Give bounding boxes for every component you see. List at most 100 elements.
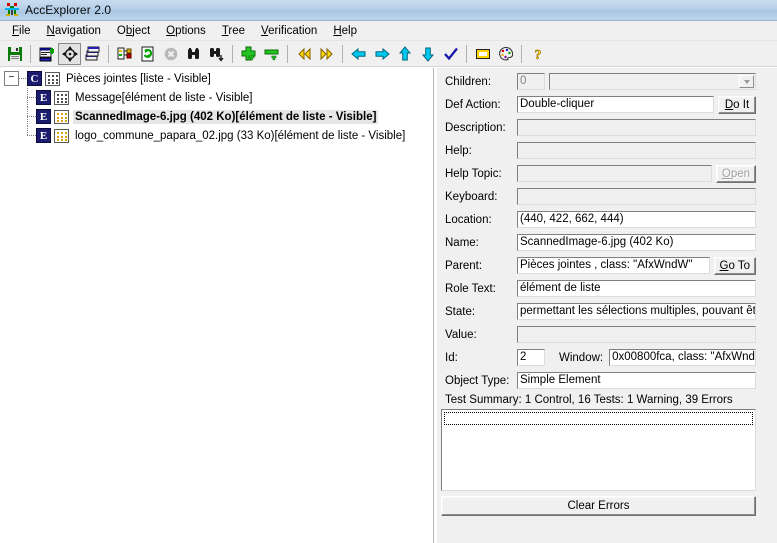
menu-object[interactable]: Object bbox=[109, 23, 158, 39]
tree-guide-line bbox=[18, 107, 36, 126]
window-label: Window: bbox=[559, 351, 604, 364]
def-action-row: Def Action: Double-cliquer Do It bbox=[441, 93, 756, 116]
save-icon[interactable] bbox=[3, 43, 26, 65]
role-text-field[interactable]: élément de liste bbox=[517, 280, 756, 297]
window-field[interactable]: 0x00800fca, class: "AfxWndW bbox=[609, 349, 756, 366]
location-label: Location: bbox=[445, 213, 492, 226]
chevron-down-icon[interactable] bbox=[739, 75, 754, 88]
toolbar-separator bbox=[30, 44, 31, 63]
tree-row[interactable]: − C Pièces jointes [liste - Visible] bbox=[0, 69, 433, 88]
tree-expander-toggle[interactable]: − bbox=[4, 71, 19, 86]
menu-help[interactable]: Help bbox=[325, 23, 365, 39]
help-question-icon[interactable]: ? bbox=[526, 43, 549, 65]
crosshair-target-icon[interactable] bbox=[58, 42, 81, 65]
location-field[interactable]: (440, 422, 662, 444) bbox=[517, 211, 756, 228]
object-type-label: Object Type: bbox=[445, 374, 510, 387]
location-row: Location: (440, 422, 662, 444) bbox=[441, 208, 756, 231]
tree-node-label: logo_commune_papara_02.jpg (33 Ko)[éléme… bbox=[75, 129, 406, 142]
properties-window-icon[interactable] bbox=[35, 43, 58, 65]
id-field[interactable]: 2 bbox=[517, 349, 545, 366]
tree-node-badge-element: E bbox=[36, 90, 51, 105]
object-type-row: Object Type: Simple Element bbox=[441, 369, 756, 392]
refresh-document-icon[interactable] bbox=[136, 43, 159, 65]
list-grid-icon bbox=[54, 109, 69, 124]
state-field[interactable]: permettant les sélections multiples, pou… bbox=[517, 303, 756, 320]
binoculars-find-icon[interactable] bbox=[182, 43, 205, 65]
description-label: Description: bbox=[445, 121, 506, 134]
arrow-left-icon[interactable] bbox=[347, 43, 370, 65]
main-area: − C Pièces jointes [liste - Visible] E M… bbox=[0, 68, 777, 543]
description-row: Description: bbox=[441, 116, 756, 139]
go-to-button[interactable]: Go To bbox=[713, 256, 756, 275]
parent-field[interactable]: Pièces jointes , class: "AfxWndW" bbox=[517, 257, 710, 274]
children-row: Children: 0 bbox=[441, 70, 756, 93]
menu-navigation[interactable]: Navigation bbox=[39, 23, 109, 39]
menu-tree[interactable]: Tree bbox=[214, 23, 253, 39]
cancel-icon bbox=[159, 43, 182, 65]
tree-node-badge-element: E bbox=[36, 128, 51, 143]
toolbar-separator bbox=[108, 44, 109, 63]
role-text-label: Role Text: bbox=[445, 282, 496, 295]
tree-guide-line bbox=[18, 88, 36, 107]
test-summary-text: Test Summary: 1 Control, 16 Tests: 1 War… bbox=[445, 394, 733, 406]
children-count-field[interactable]: 0 bbox=[517, 73, 545, 90]
errors-listbox-focus-row[interactable] bbox=[444, 412, 753, 425]
children-combo[interactable] bbox=[549, 73, 756, 90]
open-button: Open bbox=[715, 164, 756, 183]
parent-label: Parent: bbox=[445, 259, 483, 272]
id-row: Id: 2 Window: 0x00800fca, class: "AfxWnd… bbox=[441, 346, 756, 369]
children-label: Children: bbox=[445, 75, 492, 88]
stack-windows-icon[interactable] bbox=[81, 43, 104, 65]
tree-row-selected[interactable]: E ScannedImage-6.jpg (402 Ko)[élément de… bbox=[0, 107, 433, 126]
def-action-label: Def Action: bbox=[445, 98, 501, 111]
binoculars-find-next-icon[interactable] bbox=[205, 43, 228, 65]
rectangle-highlight-icon[interactable] bbox=[471, 43, 494, 65]
minus-remove-icon[interactable] bbox=[260, 43, 283, 65]
help-field[interactable] bbox=[517, 142, 756, 159]
menu-verification[interactable]: Verification bbox=[253, 23, 325, 39]
keyboard-label: Keyboard: bbox=[445, 190, 498, 203]
plus-add-icon[interactable] bbox=[237, 43, 260, 65]
value-row: Value: bbox=[441, 323, 756, 346]
clear-errors-button[interactable]: Clear Errors bbox=[441, 496, 756, 516]
toolbar: ? bbox=[0, 41, 777, 67]
arrow-down-icon[interactable] bbox=[416, 43, 439, 65]
arrow-right-icon[interactable] bbox=[370, 43, 393, 65]
tree-nodes-icon[interactable] bbox=[113, 43, 136, 65]
parent-row: Parent: Pièces jointes , class: "AfxWndW… bbox=[441, 254, 756, 277]
list-grid-icon bbox=[54, 90, 69, 105]
window-titlebar: AccExplorer 2.0 bbox=[0, 0, 777, 21]
description-field[interactable] bbox=[517, 119, 756, 136]
help-topic-field[interactable] bbox=[517, 165, 712, 182]
object-type-field[interactable]: Simple Element bbox=[517, 372, 756, 389]
tree-row[interactable]: E logo_commune_papara_02.jpg (33 Ko)[élé… bbox=[0, 126, 433, 145]
tree-row[interactable]: E Message[élément de liste - Visible] bbox=[0, 88, 433, 107]
keyboard-row: Keyboard: bbox=[441, 185, 756, 208]
menubar: File Navigation Object Options Tree Veri… bbox=[0, 21, 777, 41]
toolbar-separator bbox=[232, 44, 233, 63]
help-topic-row: Help Topic: Open bbox=[441, 162, 756, 185]
name-field[interactable]: ScannedImage-6.jpg (402 Ko) bbox=[517, 234, 756, 251]
toolbar-separator bbox=[342, 44, 343, 63]
list-grid-icon bbox=[45, 71, 60, 86]
def-action-field[interactable]: Double-cliquer bbox=[517, 96, 714, 113]
keyboard-field[interactable] bbox=[517, 188, 756, 205]
value-field[interactable] bbox=[517, 326, 756, 343]
properties-panel: Children: 0 Def Action: Double-cliquer D… bbox=[436, 68, 777, 543]
arrow-up-icon[interactable] bbox=[393, 43, 416, 65]
last-yellow-icon[interactable] bbox=[315, 43, 338, 65]
menu-options[interactable]: Options bbox=[158, 23, 214, 39]
window-title: AccExplorer 2.0 bbox=[25, 3, 112, 17]
do-it-button[interactable]: Do It bbox=[718, 95, 756, 114]
accessibility-tree-panel[interactable]: − C Pièces jointes [liste - Visible] E M… bbox=[0, 68, 434, 543]
errors-listbox[interactable] bbox=[441, 409, 756, 491]
name-label: Name: bbox=[445, 236, 479, 249]
first-yellow-icon[interactable] bbox=[292, 43, 315, 65]
name-row: Name: ScannedImage-6.jpg (402 Ko) bbox=[441, 231, 756, 254]
checkmark-icon[interactable] bbox=[439, 43, 462, 65]
list-grid-icon bbox=[54, 128, 69, 143]
tree-node-label: ScannedImage-6.jpg (402 Ko)[élément de l… bbox=[73, 109, 379, 124]
menu-file[interactable]: File bbox=[4, 23, 39, 39]
tree-guide-line bbox=[18, 126, 36, 145]
palette-colors-icon[interactable] bbox=[494, 43, 517, 65]
